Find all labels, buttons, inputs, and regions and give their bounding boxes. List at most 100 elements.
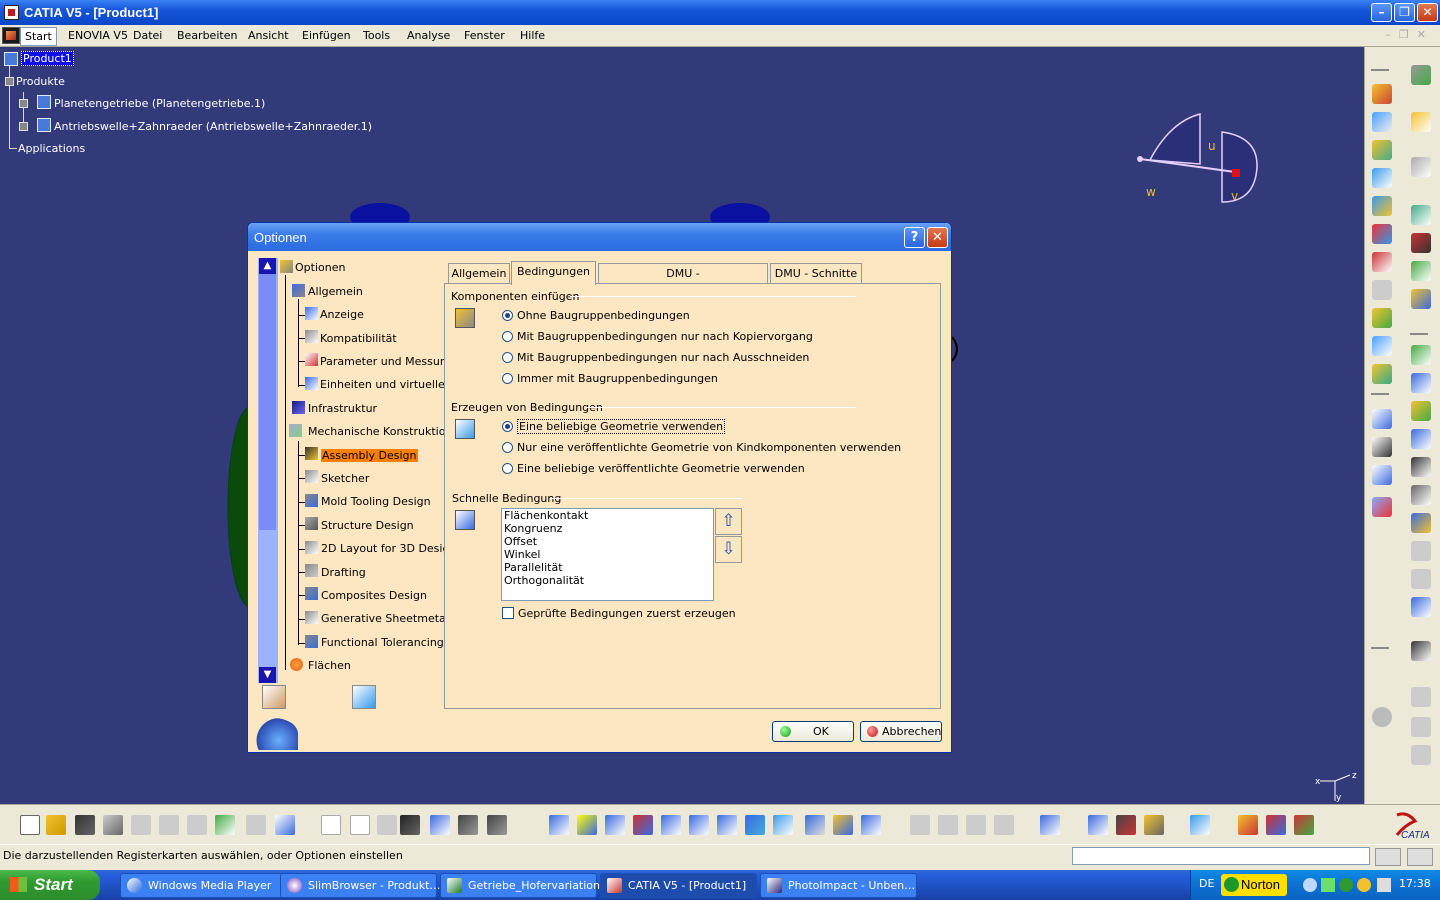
gear-settings-icon[interactable] (1411, 65, 1431, 85)
tab-dmu-schnitte[interactable]: DMU - Schnitte (770, 263, 862, 284)
zoom-out-icon[interactable] (689, 815, 709, 835)
annotation-icon[interactable] (1372, 437, 1392, 457)
options-node-structure-design[interactable]: Structure Design (321, 519, 414, 532)
paste-icon[interactable] (187, 815, 207, 835)
apply-material-icon[interactable] (1238, 815, 1258, 835)
mdi-window-buttons[interactable]: –❐✕ (1385, 28, 1434, 41)
explode-icon[interactable] (1411, 233, 1431, 253)
norton-tray-button[interactable]: Norton (1221, 874, 1287, 896)
selective-load-icon[interactable] (1372, 308, 1392, 328)
normal-view-icon[interactable] (717, 815, 737, 835)
change-constraint-icon[interactable] (1411, 569, 1431, 589)
quick-constraint-list[interactable]: Flächenkontakt Kongruenz Offset Winkel P… (501, 508, 714, 601)
task-slimbrowser[interactable]: SlimBrowser - Produkt… (280, 873, 440, 898)
manipulation-icon[interactable] (1411, 157, 1431, 177)
list-item[interactable]: Kongruenz (502, 522, 713, 535)
snap-icon[interactable] (1411, 205, 1431, 225)
menu-datei[interactable]: Datei (133, 29, 162, 42)
lock-icon[interactable] (458, 815, 478, 835)
options-node-parameter[interactable]: Parameter und Messunge (320, 355, 461, 368)
catia-start-icon[interactable] (2, 27, 20, 44)
language-indicator[interactable]: DE (1199, 877, 1214, 890)
cut-icon[interactable] (131, 815, 151, 835)
new-component-icon[interactable] (1372, 112, 1392, 132)
menu-tools[interactable]: Tools (363, 29, 390, 42)
menu-start[interactable]: Start (20, 27, 57, 46)
offset-constraint-icon[interactable] (1411, 401, 1431, 421)
reorder-icon[interactable] (487, 815, 507, 835)
tab-bedingungen[interactable]: Bedingungen (511, 261, 596, 285)
iso-view-icon[interactable] (773, 815, 793, 835)
task-photoimpact[interactable]: PhotoImpact - Unben… (760, 873, 917, 898)
analysis-1-icon[interactable] (910, 815, 930, 835)
swap-space-icon[interactable] (861, 815, 881, 835)
scroll-down-arrow[interactable]: ▼ (259, 667, 276, 683)
radio-label[interactable]: Eine beliebige veröffentlichte Geometrie… (517, 462, 805, 475)
tray-display-icon[interactable] (1377, 878, 1391, 892)
options-node-tolerancing[interactable]: Functional Tolerancing & (321, 636, 456, 649)
fix-component-icon[interactable] (1411, 457, 1431, 477)
options-tree-scrollbar[interactable]: ▲ ▼ (258, 258, 278, 683)
print-icon[interactable] (103, 815, 123, 835)
flexible-subassembly-icon[interactable] (1411, 541, 1431, 561)
radio-label[interactable]: Nur eine veröffentlichte Geometrie von K… (517, 441, 901, 454)
fly-mode-icon[interactable] (549, 815, 569, 835)
options-node-mold-tooling[interactable]: Mold Tooling Design (321, 495, 431, 508)
radio-button[interactable] (502, 421, 513, 432)
catalog-browser-icon[interactable] (1190, 815, 1210, 835)
measure-inertia-icon[interactable] (1144, 815, 1164, 835)
radio-label[interactable]: Ohne Baugruppenbedingungen (517, 309, 690, 322)
select-arrow-icon[interactable] (1411, 112, 1431, 132)
collapse-icon[interactable] (1040, 815, 1060, 835)
open-folder-icon[interactable] (46, 815, 66, 835)
ok-button[interactable]: OK (772, 721, 854, 742)
options-node-einheiten[interactable]: Einheiten und virtuelle Re (320, 378, 462, 391)
update-icon[interactable] (1372, 707, 1392, 727)
new-document-icon[interactable] (20, 815, 40, 835)
angle-constraint-icon[interactable] (1411, 429, 1431, 449)
menu-ansicht[interactable]: Ansicht (248, 29, 289, 42)
options-node-2d-layout[interactable]: 2D Layout for 3D Design (321, 542, 456, 555)
tray-messenger-icon[interactable] (1339, 878, 1353, 892)
options-node-assembly-design[interactable]: Assembly Design (321, 449, 418, 462)
scroll-up-arrow[interactable]: ▲ (259, 258, 276, 274)
stop-manipulate-icon[interactable] (1411, 261, 1431, 281)
existing-component-icon[interactable] (1372, 196, 1392, 216)
list-item[interactable]: Offset (502, 535, 713, 548)
copy-icon[interactable] (159, 815, 179, 835)
status-button-1[interactable] (1375, 848, 1401, 866)
analysis-3-icon[interactable] (966, 815, 986, 835)
radio-button[interactable] (502, 352, 513, 363)
radio-button[interactable] (502, 442, 513, 453)
render-icon[interactable] (1266, 815, 1286, 835)
measure-item-icon[interactable] (1116, 815, 1136, 835)
materials-icon[interactable] (1294, 815, 1314, 835)
options-node-sheetmetal[interactable]: Generative Sheetmetal D (321, 612, 461, 625)
table-icon[interactable] (400, 815, 420, 835)
knowledge-icon[interactable] (377, 815, 397, 835)
move-down-button[interactable]: ⇩ (715, 536, 742, 563)
radio-label[interactable]: Eine beliebige Geometrie verwenden (517, 419, 726, 434)
comment-icon[interactable] (350, 815, 370, 835)
checked-constraints-label[interactable]: Geprüfte Bedingungen zuerst erzeugen (518, 607, 736, 620)
manage-representations-icon[interactable] (1372, 336, 1392, 356)
radio-label[interactable]: Immer mit Baugruppenbedingungen (517, 372, 718, 385)
rotate-icon[interactable] (633, 815, 653, 835)
fix-together-icon[interactable] (1411, 485, 1431, 505)
tray-arrow-icon[interactable] (1303, 878, 1317, 892)
status-button-2[interactable] (1407, 848, 1433, 866)
graph-tree-reorder-icon[interactable] (1372, 252, 1392, 272)
smart-move-icon[interactable] (1411, 289, 1431, 309)
radio-label[interactable]: Mit Baugruppenbedingungen nur nach Aussc… (517, 351, 809, 364)
dialog-help-button[interactable]: ? (904, 227, 925, 248)
cancel-button[interactable]: Abbrechen (860, 721, 942, 742)
flag-note-icon[interactable] (1372, 465, 1392, 485)
distance-analysis-icon[interactable] (1411, 745, 1431, 765)
measure-between-icon[interactable] (1088, 815, 1108, 835)
undo-icon[interactable] (215, 815, 235, 835)
assembly-design-label[interactable]: Assembly Design (321, 449, 418, 462)
measure-icon[interactable] (1372, 409, 1392, 429)
generate-numbering-icon[interactable] (1372, 280, 1392, 300)
options-node-sketcher[interactable]: Sketcher (321, 472, 369, 485)
arrange-icon[interactable] (1411, 641, 1431, 661)
